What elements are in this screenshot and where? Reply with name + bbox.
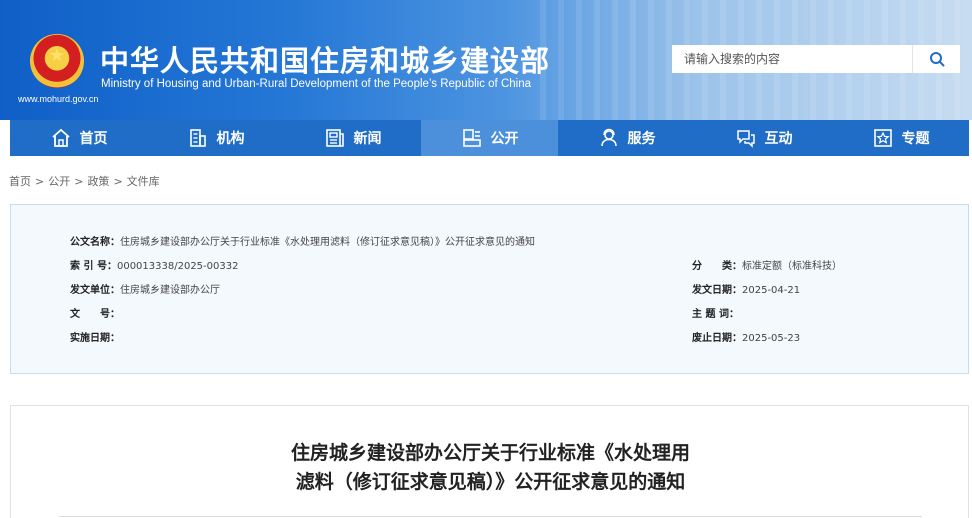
article-title-line: 滤料（修订征求意见稿）》公开征求意见的通知 xyxy=(295,471,686,493)
breadcrumb-separator: > xyxy=(74,175,84,188)
site-title[interactable]: 中华人民共和国住房和城乡建设部 xyxy=(100,38,550,80)
article-title: 住房城乡建设部办公厅关于行业标准《水处理用 滤料（修订征求意见稿）》公开征求意见… xyxy=(11,439,970,497)
nav-label: 专题 xyxy=(901,131,930,147)
info-row-effective: 实施日期： xyxy=(70,329,120,344)
emblem-star-icon: ★ xyxy=(48,45,66,66)
info-label: 文 号： xyxy=(70,309,120,320)
breadcrumb: 首页 > 公开 > 政策 > 文件库 xyxy=(9,173,160,189)
info-label: 主 题 词： xyxy=(692,309,739,320)
search-icon xyxy=(929,52,944,67)
info-row-index: 索 引 号：000013338/2025-00332 xyxy=(70,257,238,272)
document-info-panel: 公文名称：住房城乡建设部办公厅关于行业标准《水处理用滤料（修订征求意见稿）》公开… xyxy=(10,204,969,374)
topic-icon xyxy=(873,129,892,147)
nav-label: 机构 xyxy=(216,131,245,147)
organization-icon xyxy=(189,129,206,147)
info-row-docno: 文 号： xyxy=(70,305,120,320)
breadcrumb-item-disclosure[interactable]: 公开 xyxy=(48,175,70,188)
nav-label: 服务 xyxy=(627,131,656,147)
info-value: 2025-05-23 xyxy=(742,333,801,344)
home-icon xyxy=(51,128,70,147)
service-icon xyxy=(600,128,617,147)
info-value: 标准定额（标准科技） xyxy=(742,261,842,272)
nav-item-organization[interactable]: 机构 xyxy=(147,120,284,156)
site-header: ★ www.mohurd.gov.cn 中华人民共和国住房和城乡建设部 Mini… xyxy=(0,0,972,120)
info-label: 索 引 号： xyxy=(70,261,117,272)
info-label: 发文单位： xyxy=(70,285,120,296)
info-label: 废止日期： xyxy=(692,333,742,344)
info-row-date: 发文日期：2025-04-21 xyxy=(692,281,800,296)
nav-label: 新闻 xyxy=(353,131,382,147)
site-subtitle: Ministry of Housing and Urban-Rural Deve… xyxy=(101,78,531,90)
national-emblem-icon[interactable]: ★ xyxy=(30,34,84,88)
nav-label: 互动 xyxy=(764,131,793,147)
nav-item-news[interactable]: 新闻 xyxy=(284,120,421,156)
article-divider xyxy=(59,516,922,517)
search-button[interactable] xyxy=(912,45,960,73)
breadcrumb-item-policy[interactable]: 政策 xyxy=(87,175,109,188)
search-input[interactable] xyxy=(672,45,912,73)
info-label: 分 类： xyxy=(692,261,742,272)
main-nav: 首页 机构 新闻 公开 服务 互动 专题 xyxy=(10,120,969,156)
breadcrumb-separator: > xyxy=(35,175,45,188)
news-icon xyxy=(325,129,344,147)
info-value: 2025-04-21 xyxy=(742,285,801,296)
info-row-issuer: 发文单位：住房城乡建设部办公厅 xyxy=(70,281,220,296)
nav-item-home[interactable]: 首页 xyxy=(10,120,147,156)
info-value: 住房城乡建设部办公厅 xyxy=(120,285,220,296)
site-url: www.mohurd.gov.cn xyxy=(18,94,99,104)
info-label: 实施日期： xyxy=(70,333,120,344)
info-row-expiry: 废止日期：2025-05-23 xyxy=(692,329,800,344)
nav-item-interaction[interactable]: 互动 xyxy=(695,120,832,156)
info-label: 公文名称： xyxy=(70,237,120,248)
info-row-name: 公文名称：住房城乡建设部办公厅关于行业标准《水处理用滤料（修订征求意见稿）》公开… xyxy=(70,233,535,248)
info-label: 发文日期： xyxy=(692,285,742,296)
article: 住房城乡建设部办公厅关于行业标准《水处理用 滤料（修订征求意见稿）》公开征求意见… xyxy=(10,405,969,518)
nav-label: 首页 xyxy=(79,131,108,147)
nav-item-topic[interactable]: 专题 xyxy=(832,120,969,156)
nav-label: 公开 xyxy=(490,131,519,147)
info-row-subject: 主 题 词： xyxy=(692,305,739,320)
nav-item-service[interactable]: 服务 xyxy=(558,120,695,156)
search-box xyxy=(672,45,960,73)
info-value: 住房城乡建设部办公厅关于行业标准《水处理用滤料（修订征求意见稿）》公开征求意见的… xyxy=(120,237,535,248)
breadcrumb-separator: > xyxy=(113,175,123,188)
info-value: 000013338/2025-00332 xyxy=(116,261,239,272)
breadcrumb-item-library[interactable]: 文件库 xyxy=(127,175,160,188)
article-title-line: 住房城乡建设部办公厅关于行业标准《水处理用 xyxy=(290,442,690,464)
breadcrumb-item-home[interactable]: 首页 xyxy=(9,175,31,188)
interaction-icon xyxy=(736,130,755,148)
disclosure-icon xyxy=(462,129,481,147)
info-row-category: 分 类：标准定额（标准科技） xyxy=(692,257,842,272)
nav-item-disclosure[interactable]: 公开 xyxy=(421,120,558,156)
